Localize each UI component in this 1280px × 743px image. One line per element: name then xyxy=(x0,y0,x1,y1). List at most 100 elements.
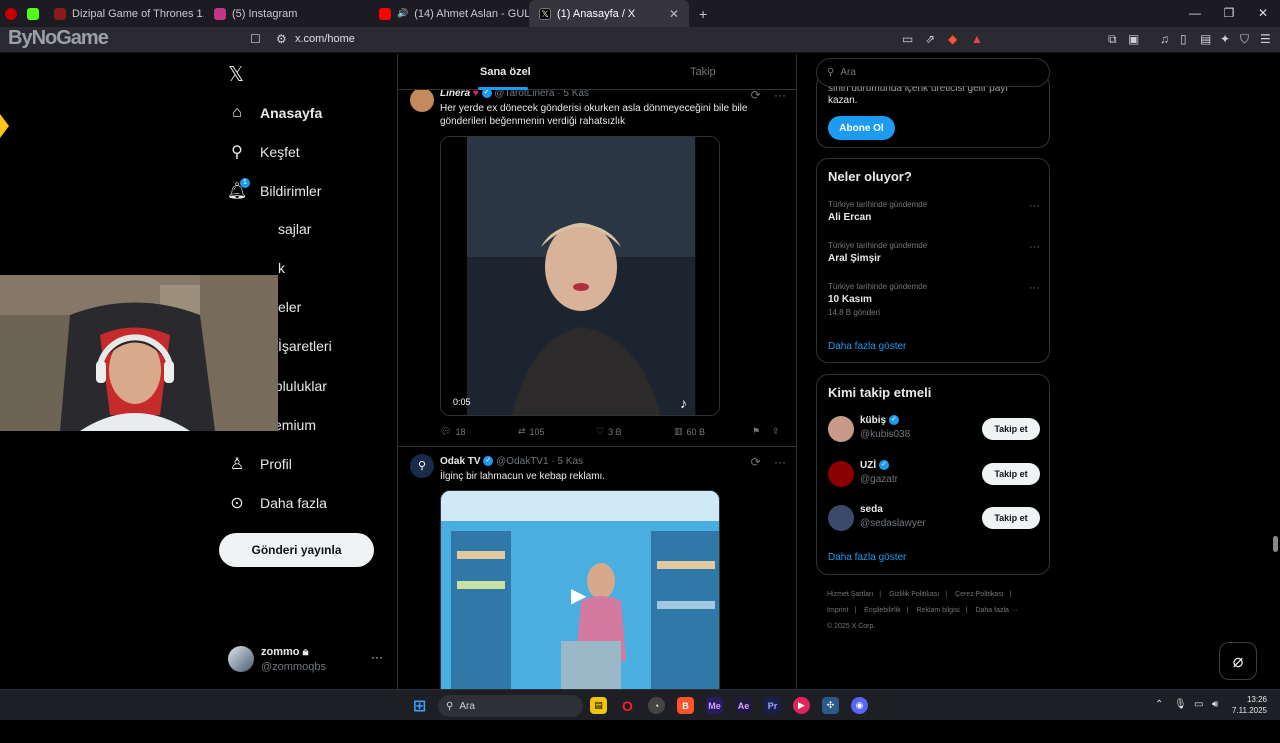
tab-youtube[interactable]: 🔊 (14) Ahmet Aslan - GULBANG | 2 xyxy=(369,0,529,27)
tweet-video[interactable]: ▶ xyxy=(440,490,720,689)
footer-link[interactable]: Gizlilik Politikası xyxy=(889,591,939,598)
tab-dizipal[interactable]: Dizipal Game of Thrones 1.Sezon 6.B xyxy=(44,0,204,27)
trend-more-icon[interactable]: ··· xyxy=(1029,282,1040,294)
media-encoder-icon[interactable]: Me xyxy=(706,697,723,714)
grok-explain-icon[interactable]: ⟳ xyxy=(751,88,761,102)
tweet-card[interactable]: ⚲ Odak TV ✓ @OdakTV1 · 5 Kas ⟳ ··· İlgin… xyxy=(398,454,796,689)
post-button[interactable]: Gönderi yayınla xyxy=(219,533,374,567)
opera-gx-icon[interactable]: O xyxy=(619,697,636,714)
tab-for-you[interactable]: Sana özel xyxy=(480,66,531,78)
tray-overflow-icon[interactable]: ⌃ xyxy=(1155,699,1163,710)
scrollbar-thumb[interactable] xyxy=(1273,536,1278,552)
footer-link[interactable]: Hizmet Şartları xyxy=(827,591,873,598)
screenshot-icon[interactable]: ▣ xyxy=(1128,32,1139,46)
footer-link[interactable]: Çerez Politikası xyxy=(955,591,1004,598)
play-icon[interactable]: ▶ xyxy=(571,583,586,608)
footer-link[interactable]: Imprint xyxy=(827,607,848,614)
kick-icon[interactable] xyxy=(22,0,44,27)
search-box[interactable]: ⚲ Ara xyxy=(816,58,1050,87)
tab-x-home[interactable]: 𝕏 (1) Anasayfa / X ✕ xyxy=(529,0,689,27)
tab-instagram[interactable]: (5) Instagram xyxy=(204,0,369,27)
tweet-avatar[interactable]: ⚲ xyxy=(410,454,434,478)
account-switcher[interactable]: zommo 🔒︎ @zommoqbs ··· xyxy=(228,644,398,680)
trend-item[interactable]: Türkiye tarihinde gündemde Ali Ercan ··· xyxy=(828,200,1040,223)
subscribe-button[interactable]: Abone Ol xyxy=(828,116,895,140)
follow-button[interactable]: Takip et xyxy=(982,507,1040,529)
trend-more-icon[interactable]: ··· xyxy=(1029,200,1040,212)
leo-ai-icon[interactable]: ✦ xyxy=(1220,32,1230,46)
menu-icon[interactable]: ☰ xyxy=(1260,32,1271,46)
like-button[interactable]: ♡ 3 B xyxy=(596,426,674,437)
nav-item-explore[interactable]: ⚲ Keşfet xyxy=(228,143,300,161)
x-logo-icon[interactable]: 𝕏 xyxy=(228,62,244,87)
extensions-icon[interactable]: ⧉ xyxy=(1108,32,1117,47)
nav-item-bookmarks[interactable]: İşaretleri xyxy=(278,338,332,354)
minimize-icon[interactable]: — xyxy=(1178,0,1212,27)
music-icon[interactable]: ♫ xyxy=(1160,32,1169,46)
nav-item-more[interactable]: ⊙ Daha fazla xyxy=(228,494,327,512)
media-player-icon[interactable]: ▶ xyxy=(793,697,810,714)
opera-icon[interactable] xyxy=(0,0,22,27)
footer-link[interactable]: Daha fazla ··· xyxy=(975,607,1017,614)
follow-suggestion[interactable]: UZİ ✓ @gazatr Takip et xyxy=(828,459,1040,489)
more-icon[interactable]: ··· xyxy=(371,650,383,664)
repost-button[interactable]: ⇄ 105 xyxy=(518,426,596,437)
share-button[interactable]: ⇪ xyxy=(772,426,786,437)
who-show-more-link[interactable]: Daha fazla göster xyxy=(828,552,906,563)
taskbar-clock[interactable]: 13:26 7.11.2025 xyxy=(1232,694,1267,716)
bookmark-page-icon[interactable]: ☐ xyxy=(250,32,261,46)
nav-item-notifications[interactable]: 🔔︎ 1 Bildirimler xyxy=(227,178,321,200)
discord-icon[interactable]: ◉ xyxy=(851,697,868,714)
tweet-author-name[interactable]: Odak TV xyxy=(440,456,481,467)
brave-shield-icon[interactable]: ◆ xyxy=(948,32,957,46)
file-explorer-icon[interactable]: ▤ xyxy=(590,697,607,714)
site-settings-icon[interactable]: ⚙ xyxy=(276,32,287,46)
taskbar-search[interactable]: ⚲ Ara xyxy=(438,695,583,717)
tweet-author-handle[interactable]: @OdakTV1 xyxy=(496,456,548,467)
follow-suggestion[interactable]: kübiş ✓ @kubis038 Takip et xyxy=(828,414,1040,444)
footer-link[interactable]: Erişilebilirlik xyxy=(864,607,901,614)
restore-icon[interactable]: ❐ xyxy=(1212,0,1246,27)
tweet-more-icon[interactable]: ··· xyxy=(774,455,786,469)
vpn-icon[interactable]: ⛉ xyxy=(1240,32,1249,47)
grok-explain-icon[interactable]: ⟳ xyxy=(751,455,761,469)
page-scrollbar[interactable] xyxy=(1271,108,1280,743)
bookmark-button[interactable]: ⚑ xyxy=(752,426,772,437)
windows-start-icon[interactable]: ⊞ xyxy=(411,697,428,715)
follow-suggestion[interactable]: seda @sedaslawyer Takip et xyxy=(828,503,1040,533)
tweet-more-icon[interactable]: ··· xyxy=(774,88,786,102)
after-effects-icon[interactable]: Ae xyxy=(735,697,752,714)
microphone-icon[interactable]: 🎙︎ xyxy=(1174,699,1187,710)
brave-browser-icon[interactable]: B xyxy=(677,697,694,714)
volume-icon[interactable]: 🔊︎ xyxy=(1212,699,1218,710)
nav-item-grok[interactable]: k xyxy=(278,260,285,276)
nav-item-home[interactable]: ⌂ Anasayfa xyxy=(228,104,322,122)
network-app-icon[interactable]: ✣ xyxy=(822,697,839,714)
wallet-icon[interactable]: ▤ xyxy=(1200,32,1211,46)
trend-item[interactable]: Türkiye tarihinde gündemde Aral Şimşir ·… xyxy=(828,241,1040,264)
trend-item[interactable]: Türkiye tarihinde gündemde 10 Kasım 14,8… xyxy=(828,282,1040,317)
tweet-video[interactable]: 0:05 ♪ xyxy=(440,136,720,416)
share-icon[interactable]: ⇗ xyxy=(925,32,935,46)
trend-more-icon[interactable]: ··· xyxy=(1029,241,1040,253)
close-tab-icon[interactable]: ✕ xyxy=(669,7,679,21)
network-icon[interactable]: ▭ xyxy=(1194,699,1203,710)
tweet-avatar[interactable] xyxy=(410,88,434,112)
new-tab-button[interactable]: + xyxy=(689,0,715,27)
grok-button[interactable]: ⌀ xyxy=(1219,642,1257,680)
brave-rewards-icon[interactable]: ▲ xyxy=(971,32,983,46)
tweet-card[interactable]: Linera ♥ ✓ @TarotLinera · 5 Kas ⟳ ··· He… xyxy=(398,88,796,446)
follow-button[interactable]: Takip et xyxy=(982,463,1040,485)
footer-link[interactable]: Reklam bilgisi xyxy=(917,607,960,614)
app-icon[interactable]: ◔ xyxy=(648,697,665,714)
close-window-icon[interactable]: ✕ xyxy=(1246,0,1280,27)
nav-item-profile[interactable]: ♙ Profil xyxy=(228,455,292,473)
url-field[interactable]: x.com/home xyxy=(295,33,355,45)
tab-following[interactable]: Takip xyxy=(690,66,716,78)
views-button[interactable]: ▥ 60 B xyxy=(674,426,752,437)
search-input[interactable]: Ara xyxy=(840,67,856,78)
trends-show-more-link[interactable]: Daha fazla göster xyxy=(828,341,906,352)
sidebar-toggle-icon[interactable]: ▯ xyxy=(1180,32,1187,46)
follow-button[interactable]: Takip et xyxy=(982,418,1040,440)
premiere-pro-icon[interactable]: Pr xyxy=(764,697,781,714)
